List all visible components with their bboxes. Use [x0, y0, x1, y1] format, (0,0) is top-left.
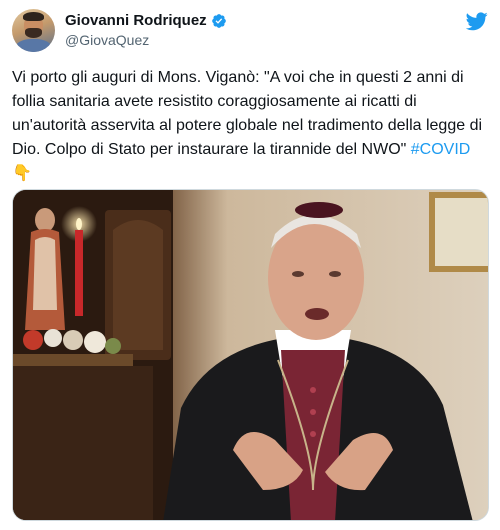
author-handle[interactable]: @GiovaQuez	[65, 32, 149, 48]
tweet-text: Vi porto gli auguri di Mons. Viganò: "A …	[12, 66, 488, 186]
video-frame-illustration	[13, 190, 488, 520]
tweet-media-image[interactable]	[12, 189, 489, 521]
twitter-bird-icon[interactable]	[466, 12, 488, 31]
tweet-card: Giovanni Rodriquez @GiovaQuez Vi porto g…	[0, 0, 500, 530]
author-avatar[interactable]	[12, 9, 55, 52]
author-name-row: Giovanni Rodriquez	[65, 12, 227, 29]
hashtag-link[interactable]: #COVID	[411, 141, 471, 158]
verified-badge-icon	[211, 13, 226, 28]
author-display-name[interactable]: Giovanni Rodriquez	[65, 12, 207, 29]
pointing-down-emoji: 👇	[12, 165, 32, 182]
